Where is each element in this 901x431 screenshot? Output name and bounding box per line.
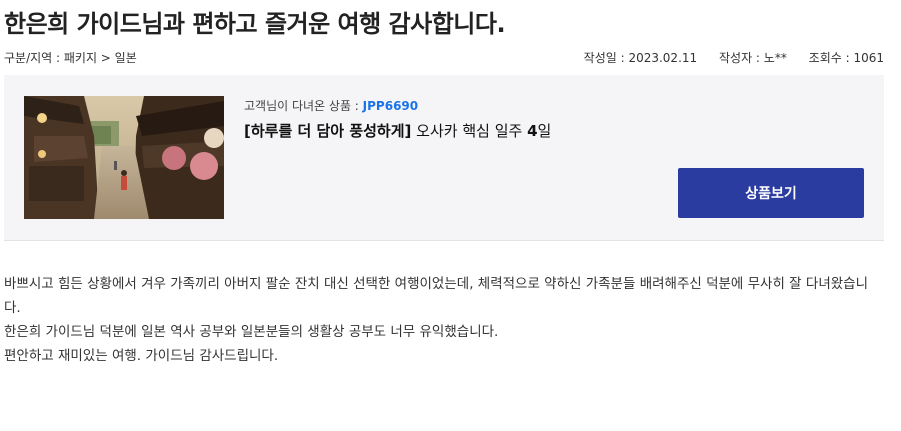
view-product-button[interactable]: 상품보기 [678,168,864,218]
product-name-rest: 오사카 핵심 일주 [411,122,528,140]
product-caption-label: 고객님이 다녀온 상품 : [244,99,363,113]
category-breadcrumb: 구분/지역 : 패키지 > 일본 [4,51,137,65]
product-name-bracket: [하루를 더 담아 풍성하게] [244,122,412,140]
product-name-unit: 일 [537,122,552,140]
kyoto-street-image [24,96,224,219]
page-title: 한은희 가이드님과 편하고 즐거운 여행 감사합니다. [4,10,506,38]
post-date: 작성일 : 2023.02.11 [583,51,698,65]
view-count: 조회수 : 1061 [808,51,884,65]
product-thumbnail[interactable] [24,96,224,219]
review-paragraph: 한은희 가이드님 덕분에 일본 역사 공부와 일본분들의 생활상 공부도 너무 … [4,324,499,340]
product-caption: 고객님이 다녀온 상품 : JPP6690 [244,97,418,114]
review-body: 바쁘시고 힘든 상황에서 겨우 가족끼리 아버지 팔순 잔치 대신 선택한 여행… [4,272,884,368]
product-name-days: 4 [527,122,538,140]
review-paragraph: 편안하고 재미있는 여행. 가이드님 감사드립니다. [4,348,279,364]
review-paragraph: 바쁘시고 힘든 상황에서 겨우 가족끼리 아버지 팔순 잔치 대신 선택한 여행… [4,276,868,316]
product-code[interactable]: JPP6690 [363,99,418,113]
post-meta: 작성일 : 2023.02.11 작성자 : 노** 조회수 : 1061 [566,49,884,66]
post-author: 작성자 : 노** [718,51,787,65]
product-card: 고객님이 다녀온 상품 : JPP6690 [하루를 더 담아 풍성하게] 오사… [4,75,884,241]
product-name[interactable]: [하루를 더 담아 풍성하게] 오사카 핵심 일주 4일 [244,120,551,141]
